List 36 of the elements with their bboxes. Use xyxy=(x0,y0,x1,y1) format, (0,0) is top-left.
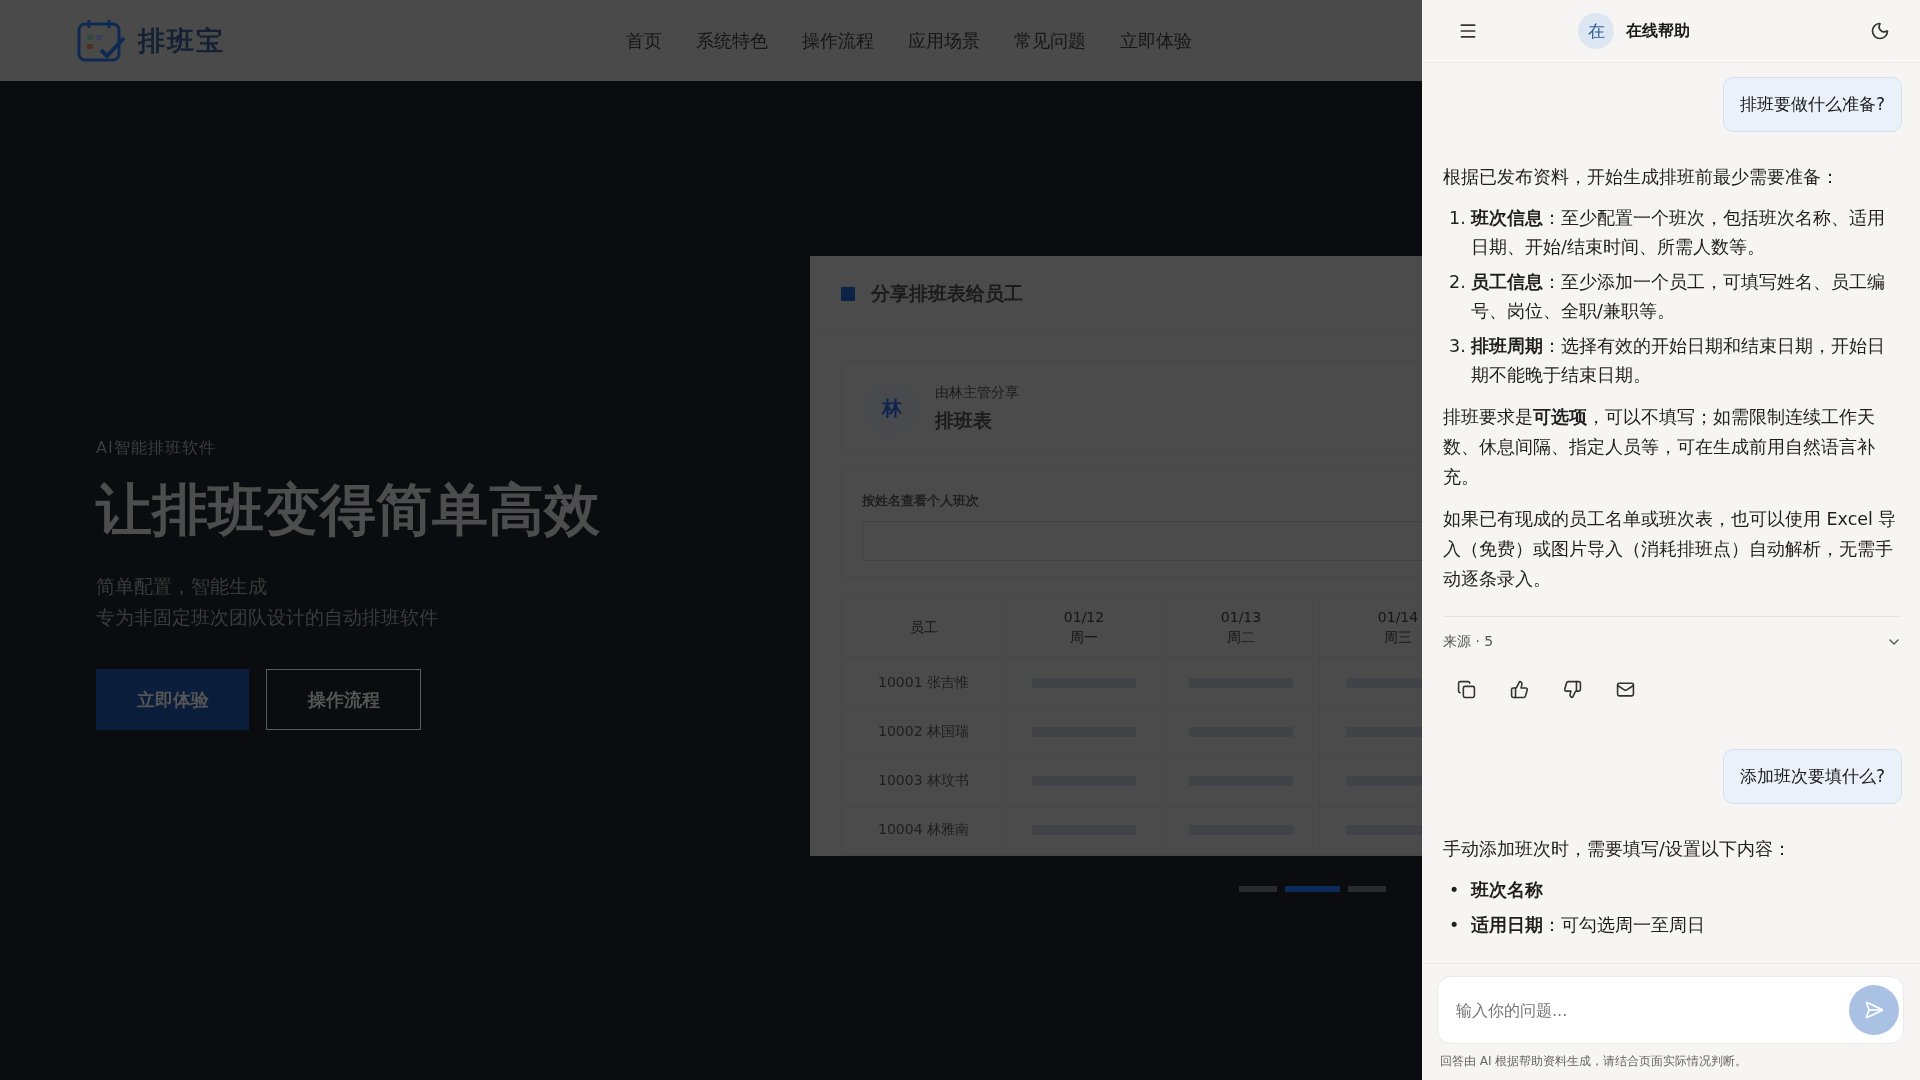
list-marker: 3. xyxy=(1448,335,1467,358)
sources-toggle[interactable]: 来源 · 5 xyxy=(1443,616,1902,666)
mail-icon[interactable] xyxy=(1616,680,1635,699)
moon-icon[interactable] xyxy=(1870,21,1890,41)
answer-list-item: 班次信息：至少配置一个班次，包括班次名称、适用日期、开始/结束时间、所需人数等。 xyxy=(1471,207,1886,259)
answer-paragraph: 排班要求是可选项，可以不填写；如需限制连续工作天数、休息间隔、指定人员等，可在生成前用自然语言补充。 xyxy=(1443,406,1876,489)
logo-icon xyxy=(76,17,128,64)
answer-paragraph: 根据已发布资料，开始生成排班前最少需要准备： xyxy=(1443,166,1840,189)
try-now-button[interactable]: 立即体验 xyxy=(96,669,249,730)
workflow-button[interactable]: 操作流程 xyxy=(266,669,421,730)
answer-list-item: 员工信息：至少添加一个员工，可填写姓名、员工编号、岗位、全职/兼职等。 xyxy=(1471,271,1886,323)
chat-title: 在线帮助 xyxy=(1626,20,1690,42)
send-icon xyxy=(1864,1000,1884,1020)
list-marker: 1. xyxy=(1448,207,1467,230)
list-marker: 2. xyxy=(1448,271,1467,294)
question-input[interactable]: 输入你的问题... xyxy=(1454,999,1849,1021)
square-icon xyxy=(841,286,855,301)
list-marker: • xyxy=(1448,914,1461,937)
assistant-avatar: 在 xyxy=(1578,13,1614,49)
menu-icon[interactable] xyxy=(1458,21,1478,41)
answer-paragraph: 手动添加班次时，需要填写/设置以下内容： xyxy=(1443,838,1792,861)
question-field[interactable]: 输入你的问题... xyxy=(1437,976,1904,1044)
answer-list-item: 适用日期：可勾选周一至周日 xyxy=(1471,914,1706,937)
thumbs-up-icon[interactable] xyxy=(1510,680,1529,699)
copy-icon[interactable] xyxy=(1457,680,1476,699)
answer-list-item: 班次名称 xyxy=(1471,879,1544,902)
answer-paragraph: 如果已有现成的员工名单或班次表，也可以使用 Excel 导入（免费）或图片导入（消耗排班点）自动解析，无需手动逐条录入。 xyxy=(1443,508,1898,591)
user-message: 排班要做什么准备? xyxy=(1722,77,1902,132)
disclaimer: 回答由 AI 根据帮助资料生成，请结合页面实际情况判断。 xyxy=(1439,1053,1749,1070)
thumbs-down-icon[interactable] xyxy=(1563,680,1582,699)
avatar: 林 xyxy=(865,381,919,436)
user-message: 添加班次要填什么? xyxy=(1722,749,1902,804)
list-marker: • xyxy=(1448,879,1461,902)
hero-title: 让排班变得简单高效 xyxy=(96,476,601,544)
answer-list-item: 排班周期：选择有效的开始日期和结束日期，开始日期不能晚于结束日期。 xyxy=(1471,335,1886,387)
name-search-field[interactable] xyxy=(862,521,1422,561)
